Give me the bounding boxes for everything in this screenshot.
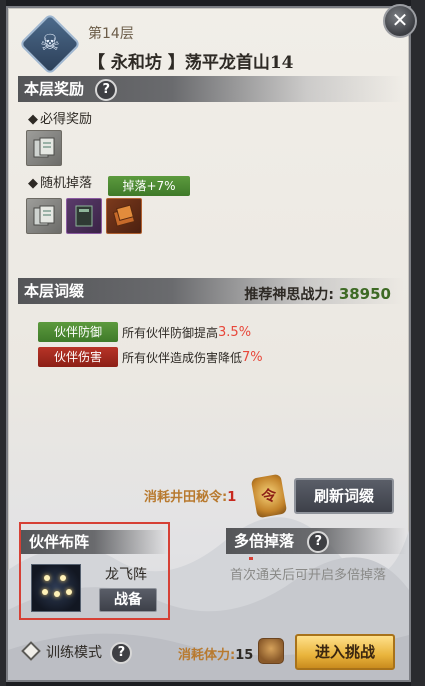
background-right-strip <box>411 0 425 686</box>
rewards-help-icon[interactable]: ? <box>95 78 118 101</box>
training-mode-label: 训练模式 <box>46 645 102 661</box>
training-mode: 训练模式 ? <box>46 642 133 664</box>
stamina-icon <box>258 638 284 664</box>
multi-drop-title: 多倍掉落 <box>234 532 295 550</box>
refresh-cost: 消耗井田秘令:1 <box>144 486 236 505</box>
formation-dot <box>54 591 60 597</box>
stamina-cost: 消耗体力:15 <box>178 644 253 663</box>
stage-title: 【 永和坊 】荡平龙首山14 <box>88 53 294 73</box>
affix-text: 所有伙伴造成伤害降低 <box>122 350 243 365</box>
random-item-manual[interactable] <box>106 198 142 234</box>
affix-value: 3.5% <box>218 324 252 340</box>
formation-icon[interactable] <box>31 564 81 612</box>
guaranteed-reward-label: ◆ 必得奖励 <box>28 112 93 127</box>
affix-text: 所有伙伴防御提高 <box>122 325 219 340</box>
manual-item-icon <box>112 204 136 227</box>
refresh-cost-value: 1 <box>227 490 237 505</box>
formation-title: 伙伴布阵 <box>21 530 168 554</box>
formation-dot <box>44 575 50 581</box>
training-help-icon[interactable]: ? <box>110 642 133 664</box>
rewards-section-title: 本层奖励 <box>24 80 85 98</box>
random-item-book[interactable] <box>26 198 62 234</box>
affix-tag-partner-defense: 伙伴防御 <box>38 322 118 342</box>
diamond-bullet-icon: ◆ <box>28 112 38 127</box>
guaranteed-item-book[interactable] <box>26 130 62 166</box>
diamond-bullet-icon: ◆ <box>28 176 38 191</box>
recommended-power-label: 推荐神思战力: <box>244 287 334 303</box>
multi-drop-header: 多倍掉落 ? <box>226 528 406 554</box>
formation-panel: 伙伴布阵 龙飞阵 战备 <box>19 522 170 620</box>
stamina-cost-value: 15 <box>235 648 254 663</box>
formation-dot <box>66 589 72 595</box>
rewards-section-header: 本层奖励 ? <box>18 76 403 102</box>
stamina-cost-label: 消耗体力: <box>178 648 236 663</box>
formation-name: 龙飞阵 <box>105 567 147 583</box>
drop-bonus-badge: 掉落+7% <box>108 176 190 196</box>
notification-dot <box>249 557 253 560</box>
random-drop-label: ◆ 随机掉落 <box>28 176 93 191</box>
floor-number: 第14层 <box>88 26 134 42</box>
recommended-power-value: 38950 <box>338 285 391 303</box>
affix-tag-partner-damage: 伙伴伤害 <box>38 347 118 367</box>
refresh-cost-label: 消耗井田秘令: <box>144 490 228 505</box>
training-mode-checkbox[interactable] <box>21 641 41 661</box>
secret-token-icon: 令 <box>250 473 288 519</box>
close-icon[interactable]: ✕ <box>383 4 417 38</box>
multi-drop-note: 首次通关后可开启多倍掉落 <box>230 568 387 583</box>
random-item-scroll[interactable] <box>66 198 102 234</box>
formation-dot <box>42 589 48 595</box>
floor-dialog: ☠ 第14层 【 永和坊 】荡平龙首山14 本层奖励 ? ◆ 必得奖励 ◆ 随机掉落… <box>6 6 411 682</box>
book-item-icon <box>33 205 55 226</box>
book-item-icon <box>33 137 55 158</box>
affix-row: 伙伴防御 所有伙伴防御提高 3.5% <box>38 322 251 342</box>
affix-row: 伙伴伤害 所有伙伴造成伤害降低 7% <box>38 347 263 367</box>
battle-prep-button[interactable]: 战备 <box>99 588 157 612</box>
formation-dot <box>60 575 66 581</box>
scroll-item-icon <box>75 205 93 227</box>
affix-section-title: 本层词缀 <box>24 282 85 300</box>
recommended-power: 推荐神思战力: 38950 <box>244 284 391 304</box>
affix-value: 7% <box>242 349 263 365</box>
refresh-affix-button[interactable]: 刷新词缀 <box>294 478 394 514</box>
multi-drop-help-icon[interactable]: ? <box>307 530 330 553</box>
enter-challenge-button[interactable]: 进入挑战 <box>295 634 395 670</box>
skull-icon: ☠ <box>40 31 60 56</box>
